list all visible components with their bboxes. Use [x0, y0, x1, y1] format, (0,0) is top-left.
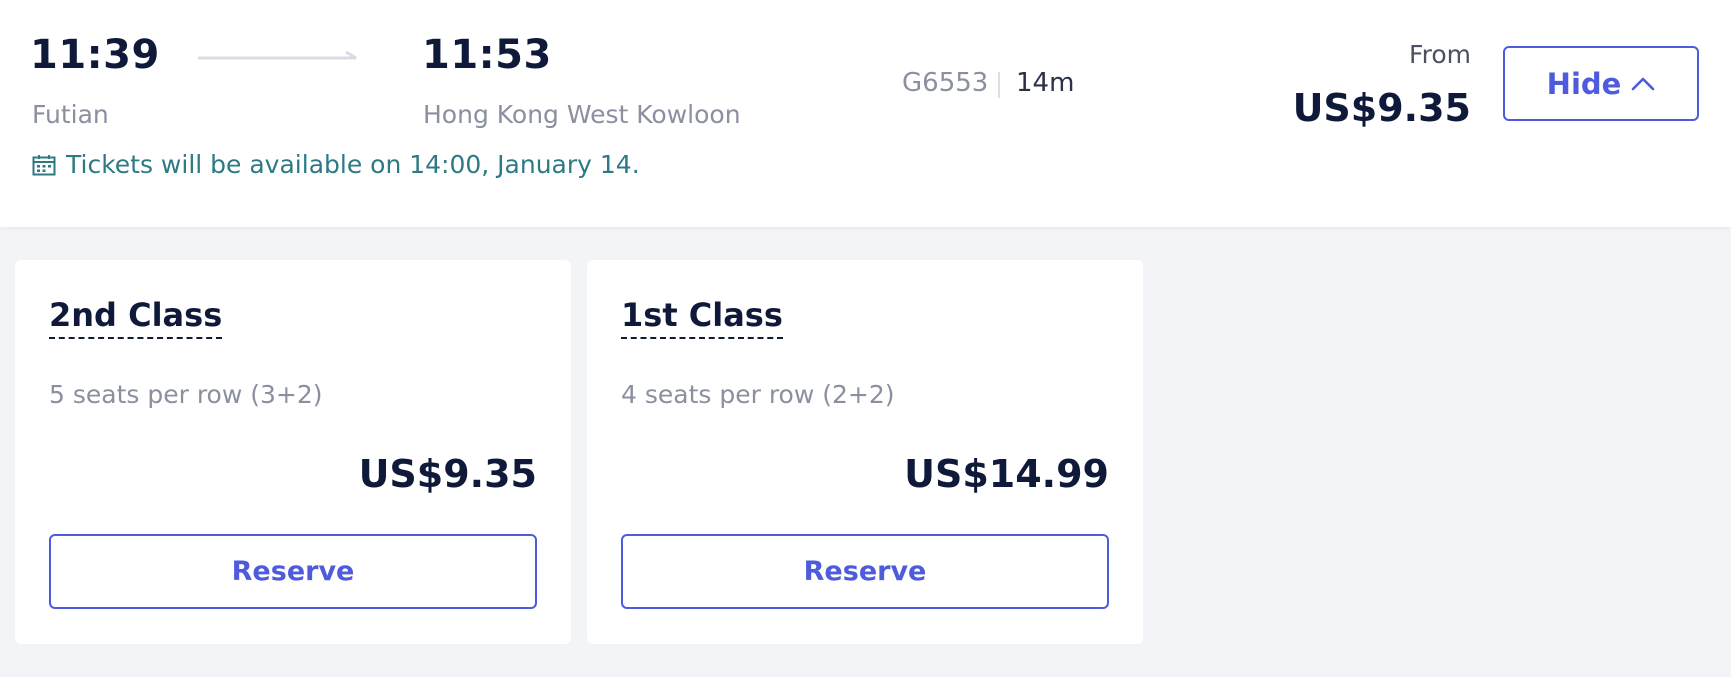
chevron-up-icon — [1632, 77, 1655, 90]
arrival-station: Hong Kong West Kowloon — [423, 100, 741, 129]
meta-divider — [998, 72, 1000, 98]
seat-layout: 4 seats per row (2+2) — [621, 380, 895, 409]
train-summary: 11:39 Futian 11:53 Hong Kong West Kowloo… — [0, 0, 1731, 227]
notice-text: Tickets will be available on 14:00, Janu… — [66, 150, 640, 179]
from-price: US$9.35 — [1292, 86, 1471, 130]
seat-layout: 5 seats per row (3+2) — [49, 380, 323, 409]
departure-station: Futian — [32, 100, 109, 129]
class-card-second: 2nd Class 5 seats per row (3+2) US$9.35 … — [15, 260, 571, 644]
reserve-button[interactable]: Reserve — [49, 534, 537, 609]
from-label: From — [1409, 40, 1471, 69]
trip-duration: 14m — [1016, 68, 1075, 98]
ticket-availability-notice: Tickets will be available on 14:00, Janu… — [32, 150, 640, 179]
departure-time: 11:39 — [30, 32, 160, 78]
class-price: US$9.35 — [358, 452, 537, 496]
arrival-time: 11:53 — [422, 32, 552, 78]
class-card-first: 1st Class 4 seats per row (2+2) US$14.99… — [587, 260, 1143, 644]
reserve-button[interactable]: Reserve — [621, 534, 1109, 609]
class-name[interactable]: 2nd Class — [49, 297, 223, 340]
train-number: G6553 — [902, 68, 989, 98]
hide-button-label: Hide — [1546, 66, 1622, 101]
class-price: US$14.99 — [904, 452, 1109, 496]
class-name[interactable]: 1st Class — [621, 297, 783, 340]
route-arrow-icon — [198, 50, 357, 60]
hide-button[interactable]: Hide — [1503, 46, 1699, 121]
calendar-icon — [32, 154, 56, 175]
